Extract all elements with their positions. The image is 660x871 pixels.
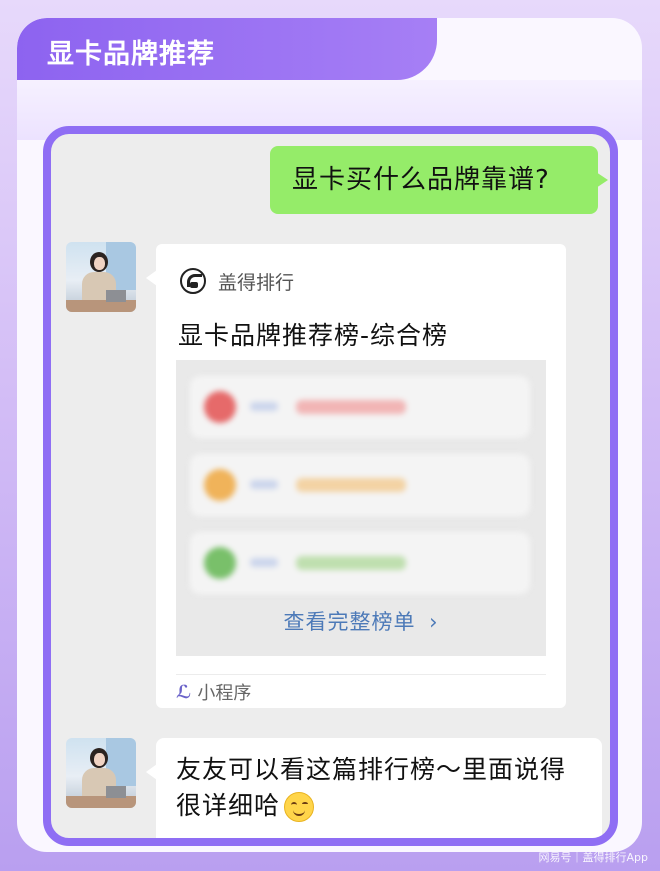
chevron-right-icon: › bbox=[429, 610, 439, 634]
avatar[interactable] bbox=[66, 242, 136, 312]
rank-logo bbox=[204, 469, 236, 501]
view-full-list-link[interactable]: 查看完整榜单 › bbox=[176, 606, 546, 636]
friend-message-bubble[interactable]: 友友可以看这篇排行榜～里面说得很详细哈 bbox=[146, 738, 602, 838]
card-source: 盖得排行 bbox=[180, 266, 294, 296]
watermark: 网易号｜盖得排行App bbox=[538, 851, 649, 864]
avatar[interactable] bbox=[66, 738, 136, 808]
my-message-text: 显卡买什么品牌靠谱? bbox=[292, 165, 550, 195]
ranking-preview[interactable]: 查看完整榜单 › bbox=[176, 360, 546, 656]
source-name: 盖得排行 bbox=[218, 271, 295, 294]
mini-program-tag: ℒ 小程序 bbox=[176, 680, 252, 705]
card-title: 显卡品牌推荐榜-综合榜 bbox=[178, 321, 449, 350]
header-tab: 显卡品牌推荐 bbox=[17, 18, 437, 80]
view-full-list-label: 查看完整榜单 bbox=[283, 610, 416, 634]
divider bbox=[176, 674, 546, 675]
friend-message-text: 友友可以看这篇排行榜～里面说得很详细哈 bbox=[176, 755, 567, 820]
rank-logo bbox=[204, 391, 236, 423]
chat-screenshot-frame: 显卡买什么品牌靠谱? 盖得排行 显卡品牌推荐榜-综合榜 查看完整榜单 › ℒ 小… bbox=[43, 126, 618, 846]
rank-row bbox=[190, 454, 530, 516]
mini-program-label: 小程序 bbox=[197, 683, 252, 704]
mini-program-card[interactable]: 盖得排行 显卡品牌推荐榜-综合榜 查看完整榜单 › ℒ 小程序 bbox=[146, 244, 566, 708]
rank-row bbox=[190, 376, 530, 438]
mini-program-icon: ℒ bbox=[176, 681, 192, 703]
rank-logo bbox=[204, 547, 236, 579]
my-message-bubble[interactable]: 显卡买什么品牌靠谱? bbox=[270, 146, 608, 214]
page-title: 显卡品牌推荐 bbox=[47, 39, 215, 70]
rank-row bbox=[190, 532, 530, 594]
lion-logo-icon bbox=[180, 268, 206, 294]
smile-icon bbox=[284, 792, 315, 822]
chat-area: 显卡买什么品牌靠谱? 盖得排行 显卡品牌推荐榜-综合榜 查看完整榜单 › ℒ 小… bbox=[51, 134, 610, 838]
